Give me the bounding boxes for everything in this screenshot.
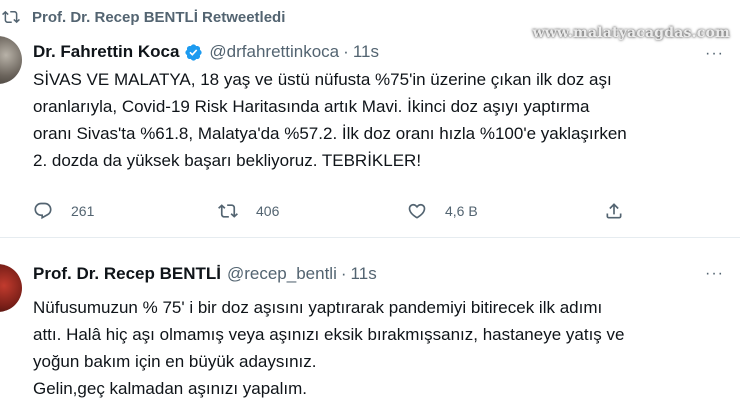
reply-button[interactable]: 261 [33, 201, 94, 221]
tweet-text-line: Gelin,geç kalmadan aşınızı yapalım. [33, 379, 308, 398]
retweet-icon [2, 10, 20, 24]
watermark: www.malatyacagdas.com [532, 25, 730, 41]
retweet-count: 406 [256, 203, 280, 219]
tweet-actions: 261 406 4,6 B [0, 201, 740, 225]
share-button[interactable] [604, 201, 642, 221]
tweet-text-line: SİVAS VE MALATYA, 18 yaş ve üstü nüfusta… [33, 70, 612, 89]
retweet-indicator: Prof. Dr. Recep BENTLİ Retweetledi [2, 6, 285, 28]
tweet-time[interactable]: 11s [353, 42, 379, 62]
tweet-header: Prof. Dr. Recep BENTLİ @recep_bentli · 1… [33, 264, 377, 284]
tweet-text-line: oranlarıyla, Covid-19 Risk Haritasında a… [33, 97, 590, 116]
meta-separator: · [343, 42, 349, 61]
reply-icon [34, 202, 52, 220]
more-options-icon[interactable]: ··· [705, 46, 724, 62]
tweet-text-line: attı. Halâ hiç aşı olmamış veya aşınızı … [33, 325, 625, 344]
reply-count: 261 [71, 203, 95, 219]
tweet[interactable]: Prof. Dr. Recep BENTLİ @recep_bentli · 1… [0, 238, 740, 417]
tweet-text: SİVAS VE MALATYA, 18 yaş ve üstü nüfusta… [33, 66, 738, 174]
retweet-icon [218, 204, 238, 218]
author-name[interactable]: Dr. Fahrettin Koca [33, 42, 179, 62]
like-count: 4,6 B [445, 203, 478, 219]
retweet-button[interactable]: 406 [218, 201, 279, 221]
author-name[interactable]: Prof. Dr. Recep BENTLİ [33, 264, 221, 284]
heart-icon [408, 203, 426, 219]
meta-separator: · [340, 264, 347, 283]
tweet-retweeted[interactable]: Prof. Dr. Recep BENTLİ Retweetledi www.m… [0, 0, 740, 237]
like-button[interactable]: 4,6 B [407, 201, 478, 221]
tweet-header: Dr. Fahrettin Koca @drfahrettinkoca · 11… [33, 42, 379, 62]
more-options-icon[interactable]: ··· [705, 266, 724, 282]
author-handle[interactable]: @recep_bentli [227, 264, 337, 284]
avatar[interactable] [0, 36, 22, 84]
verified-badge-icon [185, 43, 203, 61]
retweet-label[interactable]: Prof. Dr. Recep BENTLİ Retweetledi [32, 9, 285, 26]
tweet-time[interactable]: 11s [351, 264, 377, 284]
tweet-text: Nüfusumuzun % 75' i bir doz aşısını yapt… [33, 294, 738, 402]
avatar[interactable] [0, 264, 22, 312]
tweet-text-line: oranı Sivas'ta %61.8, Malatya'da %57.2. … [33, 124, 627, 143]
tweet-text-line: yoğun bakım için en büyük adaysınız. [33, 352, 317, 371]
tweet-text-line: Nüfusumuzun % 75' i bir doz aşısını yapt… [33, 298, 603, 317]
share-icon [606, 203, 622, 219]
tweet-text-line: 2. dozda da yüksek başarı bekliyoruz. TE… [33, 151, 422, 170]
author-handle[interactable]: @drfahrettinkoca [209, 42, 339, 62]
